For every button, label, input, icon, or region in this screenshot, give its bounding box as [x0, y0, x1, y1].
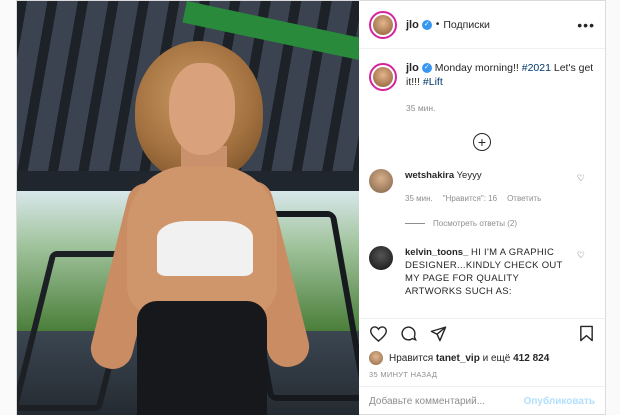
- comment-item: kelvin_toons_ HI I'M A GRAPHIC DESIGNER.…: [369, 246, 595, 298]
- comment-like-heart-icon[interactable]: ♡: [577, 173, 585, 184]
- instagram-post: jlo ✓ • Подписки ••• jlo ✓ Monday morning…: [16, 0, 606, 415]
- likes-count[interactable]: 412 824: [513, 353, 549, 364]
- add-comment-bar: Опубликовать: [359, 386, 605, 415]
- post-sidebar: jlo ✓ • Подписки ••• jlo ✓ Monday morning…: [359, 1, 605, 415]
- likes-prefix: Нравится: [389, 352, 434, 364]
- comment-bubble-icon[interactable]: [399, 325, 417, 343]
- avatar-image: [373, 67, 393, 87]
- caption-text: Monday morning!!: [434, 62, 522, 74]
- more-horizontal-icon[interactable]: •••: [577, 17, 595, 33]
- commenter-username[interactable]: wetshakira: [405, 170, 454, 181]
- caption-time: 35 мин.: [406, 103, 436, 113]
- avatar-image: [373, 14, 393, 35]
- photo-leggings: [137, 301, 267, 415]
- view-replies-label: Посмотреть ответы (2): [433, 219, 518, 228]
- hashtag-link[interactable]: #2021: [522, 62, 551, 74]
- following-button[interactable]: Подписки: [443, 19, 490, 31]
- reply-button[interactable]: Ответить: [507, 192, 541, 205]
- post-timestamp[interactable]: 35 МИНУТ НАЗАД: [359, 366, 605, 386]
- comment-like-heart-icon[interactable]: ♡: [577, 250, 585, 261]
- plus-circle-icon[interactable]: +: [473, 133, 491, 151]
- likes-middle: и ещё: [482, 352, 511, 364]
- like-heart-icon[interactable]: [369, 325, 387, 343]
- caption-body: jlo ✓ Monday morning!! #2021 Let's get it…: [406, 61, 595, 115]
- publish-button[interactable]: Опубликовать: [524, 396, 595, 407]
- post-actions: [359, 318, 605, 348]
- comment-body: kelvin_toons_ HI I'M A GRAPHIC DESIGNER.…: [405, 246, 565, 298]
- view-replies-button[interactable]: Посмотреть ответы (2): [405, 219, 595, 228]
- liker-avatar[interactable]: [369, 351, 383, 365]
- commenter-avatar[interactable]: [369, 169, 393, 193]
- photo-face: [169, 63, 235, 155]
- likes-summary: Нравится tanet_vip и ещё 412 824: [359, 348, 605, 366]
- photo-sports-top: [157, 221, 253, 276]
- liker-username[interactable]: tanet_vip: [436, 353, 480, 364]
- replies-divider: [405, 223, 425, 224]
- comment-time[interactable]: 35 мин.: [405, 192, 433, 205]
- commenter-avatar[interactable]: [369, 246, 393, 270]
- comment-text: Yeyyy: [456, 170, 482, 181]
- author-username[interactable]: jlo: [406, 19, 419, 31]
- caption-username[interactable]: jlo: [406, 62, 419, 74]
- commenter-username[interactable]: kelvin_toons_: [405, 247, 468, 258]
- verified-badge-icon: ✓: [421, 63, 432, 74]
- share-paper-plane-icon[interactable]: [429, 325, 447, 343]
- comment-likes[interactable]: "Нравится": 16: [443, 192, 497, 205]
- comments-list[interactable]: jlo ✓ Monday morning!! #2021 Let's get it…: [359, 49, 605, 318]
- comment-body: wetshakira Yeyyy 35 мин. "Нравится": 16 …: [405, 169, 565, 205]
- verified-badge-icon: ✓: [421, 19, 432, 30]
- comment-input[interactable]: [369, 396, 524, 407]
- header-separator: •: [435, 19, 440, 30]
- author-avatar[interactable]: [369, 10, 397, 39]
- post-photo[interactable]: [17, 1, 359, 415]
- load-more-comments: +: [369, 133, 595, 151]
- post-caption: jlo ✓ Monday morning!! #2021 Let's get it…: [369, 61, 595, 115]
- bookmark-icon[interactable]: [577, 325, 595, 343]
- post-header: jlo ✓ • Подписки •••: [359, 1, 605, 49]
- comment-meta: 35 мин. "Нравится": 16 Ответить: [405, 192, 565, 205]
- caption-avatar[interactable]: [369, 63, 397, 91]
- comment-item: wetshakira Yeyyy 35 мин. "Нравится": 16 …: [369, 169, 595, 205]
- hashtag-link[interactable]: #Lift: [423, 76, 443, 88]
